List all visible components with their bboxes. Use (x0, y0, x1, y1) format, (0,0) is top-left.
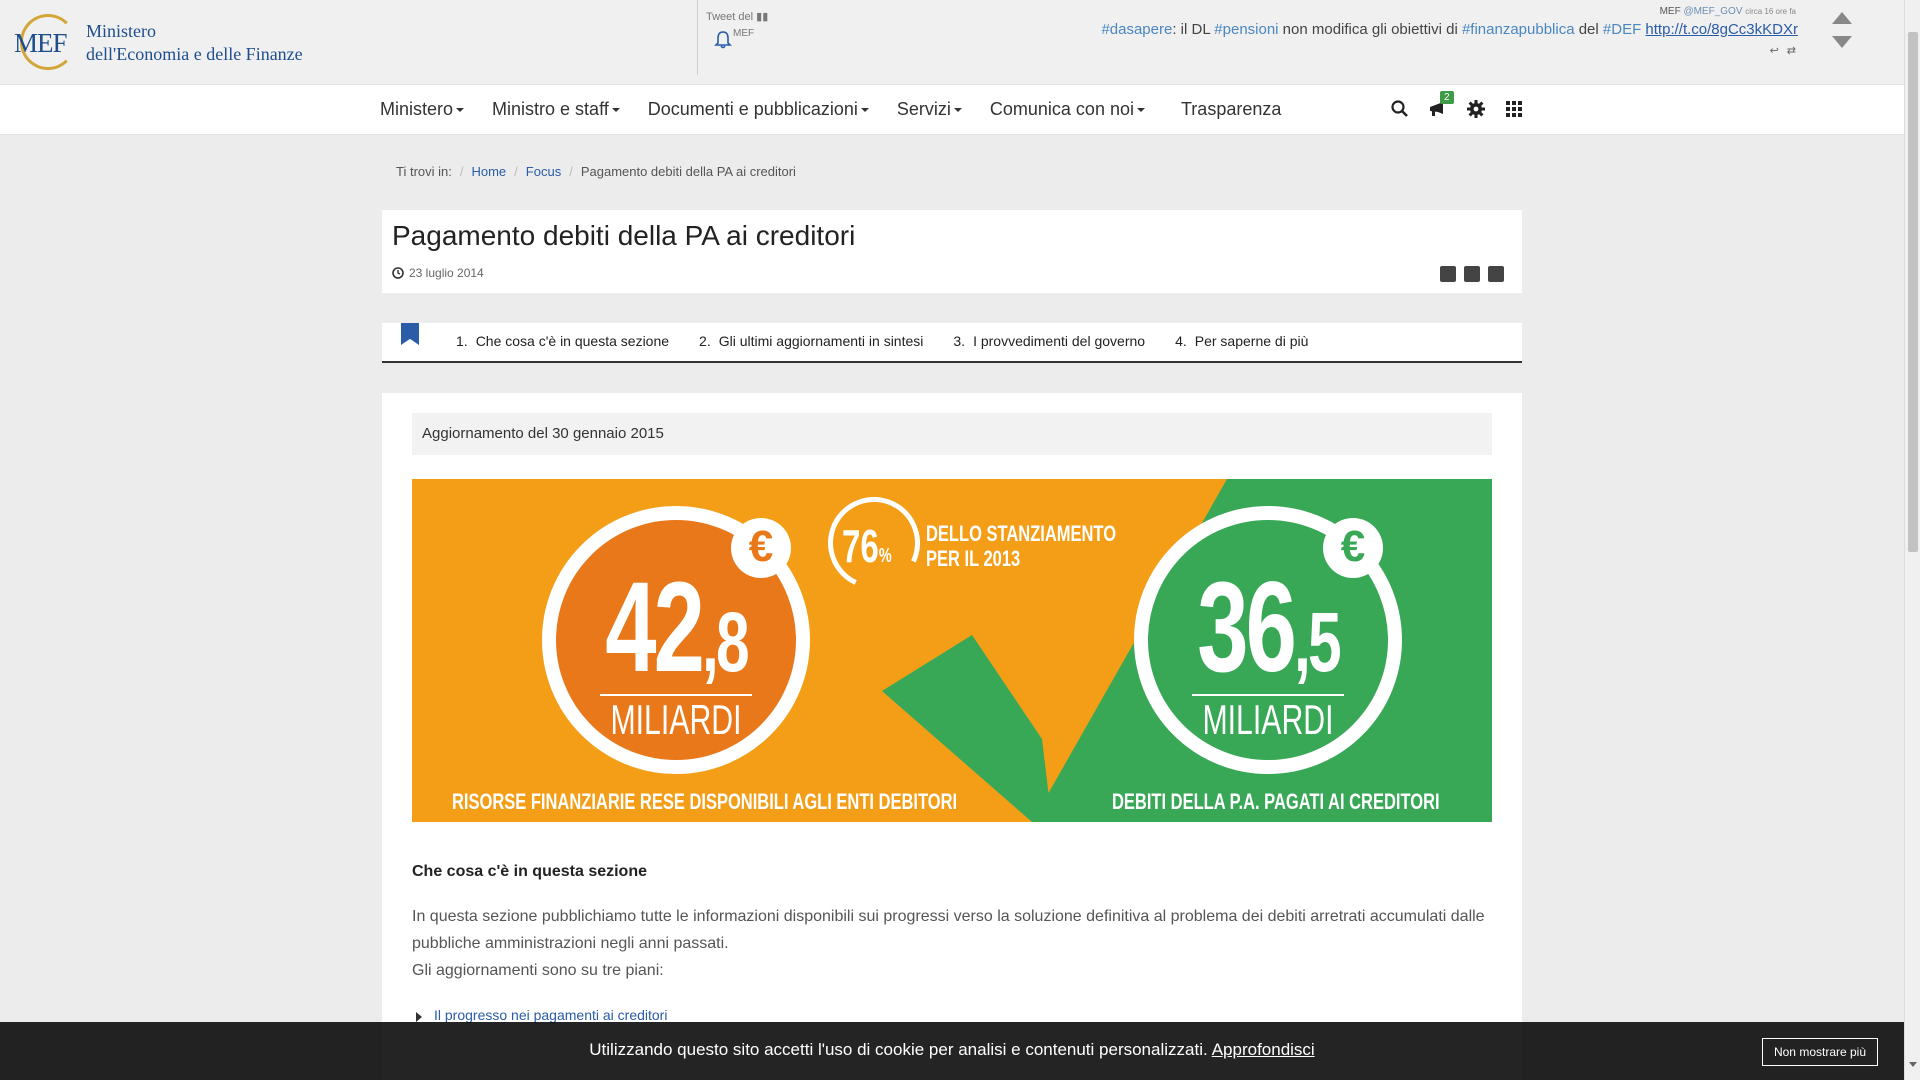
euro-icon: € (731, 518, 791, 578)
title-card: Pagamento debiti della PA ai creditori 2… (382, 210, 1522, 293)
caret-down-icon (1136, 108, 1145, 113)
cookie-banner: Utilizzando questo sito accetti l'uso di… (0, 1022, 1904, 1080)
resources-value: 42,8 (605, 556, 749, 699)
tweet-text: #dasapere: il DL #pensioni non modifica … (1101, 21, 1798, 38)
tab-list: 1. Che cosa c'è in questa sezione 2. Gli u… (456, 333, 1308, 349)
paid-debts-value: 36,5 (1197, 556, 1341, 699)
tweet-time: circa 16 ore fa (1745, 7, 1796, 16)
main-nav: Ministero Ministro e staff Documenti e p… (0, 85, 1904, 135)
tweet-user-short: MEF (733, 28, 755, 39)
breadcrumb-separator: / (569, 164, 573, 179)
breadcrumb-home[interactable]: Home (471, 164, 506, 179)
tweet-author: MEF (1659, 6, 1681, 17)
twitter-icon[interactable] (1440, 266, 1456, 282)
percent-value: 76% (842, 520, 892, 572)
caret-down-icon (860, 108, 869, 113)
section-heading: Che cosa c'è in questa sezione (412, 863, 647, 880)
site-header: MEF Ministero dell'Economia e delle Fina… (0, 0, 1904, 85)
section-text: In questa sezione pubblichiamo tutte le … (412, 903, 1492, 984)
tweet-handle[interactable]: @MEF_GOV (1683, 6, 1742, 17)
retweet-icon[interactable]: ⇄ (1787, 44, 1796, 57)
page-date: 23 luglio 2014 (392, 266, 484, 280)
breadcrumb-separator: / (514, 164, 518, 179)
breadcrumb: Ti trovi in: / Home / Focus / Pagamento … (396, 164, 796, 179)
progress-link[interactable]: Il progresso nei pagamenti ai creditori (434, 1007, 667, 1023)
page-scrollbar[interactable] (1904, 0, 1920, 1080)
percent-caption: DELLO STANZIAMENTO PER IL 2013 (926, 521, 1117, 571)
tweet-divider (697, 0, 698, 75)
resources-caption: RISORSE FINANZIARIE RESE DISPONIBILI AGL… (452, 789, 958, 814)
nav-item-trasparenza[interactable]: Trasparenza (1181, 99, 1281, 120)
grid-apps-icon[interactable] (1504, 99, 1524, 119)
nav-menu: Ministero Ministro e staff Documenti e p… (380, 99, 1309, 120)
breadcrumb-current: Pagamento debiti della PA ai creditori (580, 164, 796, 179)
content-card: Aggiornamento del 30 gennaio 2015 42,8 M… (382, 393, 1522, 1080)
section-tabs: 1. Che cosa c'è in questa sezione 2. Gli u… (382, 323, 1522, 363)
mef-logo-mark: MEF (14, 14, 78, 72)
chevron-down-icon[interactable] (1832, 36, 1852, 48)
tweet-meta: MEF @MEF_GOV circa 16 ore fa (1660, 6, 1796, 17)
bookmark-icon (401, 323, 419, 345)
paid-debts-unit: MILIARDI (1202, 696, 1334, 743)
logo-line2: dell'Economia e delle Finanze (86, 44, 303, 64)
google-plus-icon[interactable] (1488, 266, 1504, 282)
scrollbar-thumb[interactable] (1908, 32, 1918, 552)
hashtag-link[interactable]: #finanzapubblica (1462, 21, 1575, 38)
caret-down-icon (953, 108, 962, 113)
nav-tools: 2 (1390, 91, 1524, 119)
scroll-down-icon[interactable] (1909, 1062, 1917, 1067)
gear-icon[interactable] (1466, 99, 1486, 119)
cookie-text: Utilizzando questo sito accetti l'uso di… (589, 1040, 1315, 1059)
logo-text: Ministero dell'Economia e delle Finanze (86, 20, 303, 66)
nav-item-documenti[interactable]: Documenti e pubblicazioni (648, 99, 869, 120)
mef-logo[interactable]: MEF Ministero dell'Economia e delle Fina… (14, 14, 303, 72)
tweet-actions: ↩ ⇄ (1770, 44, 1796, 57)
nav-item-ministro-staff[interactable]: Ministro e staff (492, 99, 620, 120)
tweet-link[interactable]: http://t.co/8gCc3kKDXr (1645, 21, 1798, 38)
logo-line1: Ministero (86, 21, 156, 41)
infographic-banner: 42,8 MILIARDI € 76% DELLO STANZIAMENTO P… (412, 479, 1492, 822)
cookie-learn-more-link[interactable]: Approfondisci (1212, 1040, 1315, 1059)
share-buttons (1440, 266, 1504, 282)
update-banner: Aggiornamento del 30 gennaio 2015 (412, 413, 1492, 455)
page-title: Pagamento debiti della PA ai creditori (392, 220, 856, 251)
tweet-scroll-arrows (1832, 12, 1852, 48)
euro-icon: € (1323, 518, 1383, 578)
bell-icon[interactable] (714, 30, 732, 55)
hashtag-link[interactable]: #pensioni (1214, 21, 1278, 38)
notification-badge: 2 (1440, 91, 1454, 104)
section-paragraph: Gli aggiornamenti sono su tre piani: (412, 962, 664, 979)
hashtag-link[interactable]: #dasapere (1101, 21, 1172, 38)
breadcrumb-focus[interactable]: Focus (526, 164, 561, 179)
tweet-label: Tweet del ▮▮ (706, 11, 769, 23)
logo-mark-text: MEF (14, 28, 68, 58)
percent-badge: 76% (815, 484, 933, 602)
tab-provvedimenti[interactable]: 3. I provvedimenti del governo (953, 333, 1145, 349)
nav-item-servizi[interactable]: Servizi (897, 99, 962, 120)
resources-unit: MILIARDI (610, 696, 742, 743)
search-icon[interactable] (1390, 99, 1410, 119)
list-item: Il progresso nei pagamenti ai creditori (412, 1007, 667, 1023)
nav-item-ministero[interactable]: Ministero (380, 99, 465, 120)
breadcrumb-prefix: Ti trovi in: (396, 164, 452, 179)
hashtag-link[interactable]: #DEF (1603, 21, 1641, 38)
reply-icon[interactable]: ↩ (1770, 44, 1779, 57)
cookie-dismiss-button[interactable]: Non mostrare più (1762, 1038, 1878, 1066)
breadcrumb-separator: / (459, 164, 464, 179)
chevron-up-icon[interactable] (1832, 12, 1852, 24)
facebook-icon[interactable] (1464, 266, 1480, 282)
tab-saperne-di-piu[interactable]: 4. Per saperne di più (1175, 333, 1308, 349)
megaphone-icon[interactable]: 2 (1428, 91, 1454, 119)
paid-debts-caption: DEBITI DELLA P.A. PAGATI AI CREDITORI (1112, 789, 1440, 814)
caret-down-icon (456, 108, 465, 113)
clock-icon (392, 267, 404, 279)
tab-che-cosa[interactable]: 1. Che cosa c'è in questa sezione (456, 333, 669, 349)
section-paragraph: In questa sezione pubblichiamo tutte le … (412, 908, 1485, 952)
caret-down-icon (611, 108, 620, 113)
tab-ultimi-aggiornamenti[interactable]: 2. Gli ultimi aggiornamenti in sintesi (699, 333, 923, 349)
nav-item-comunica[interactable]: Comunica con noi (990, 99, 1145, 120)
